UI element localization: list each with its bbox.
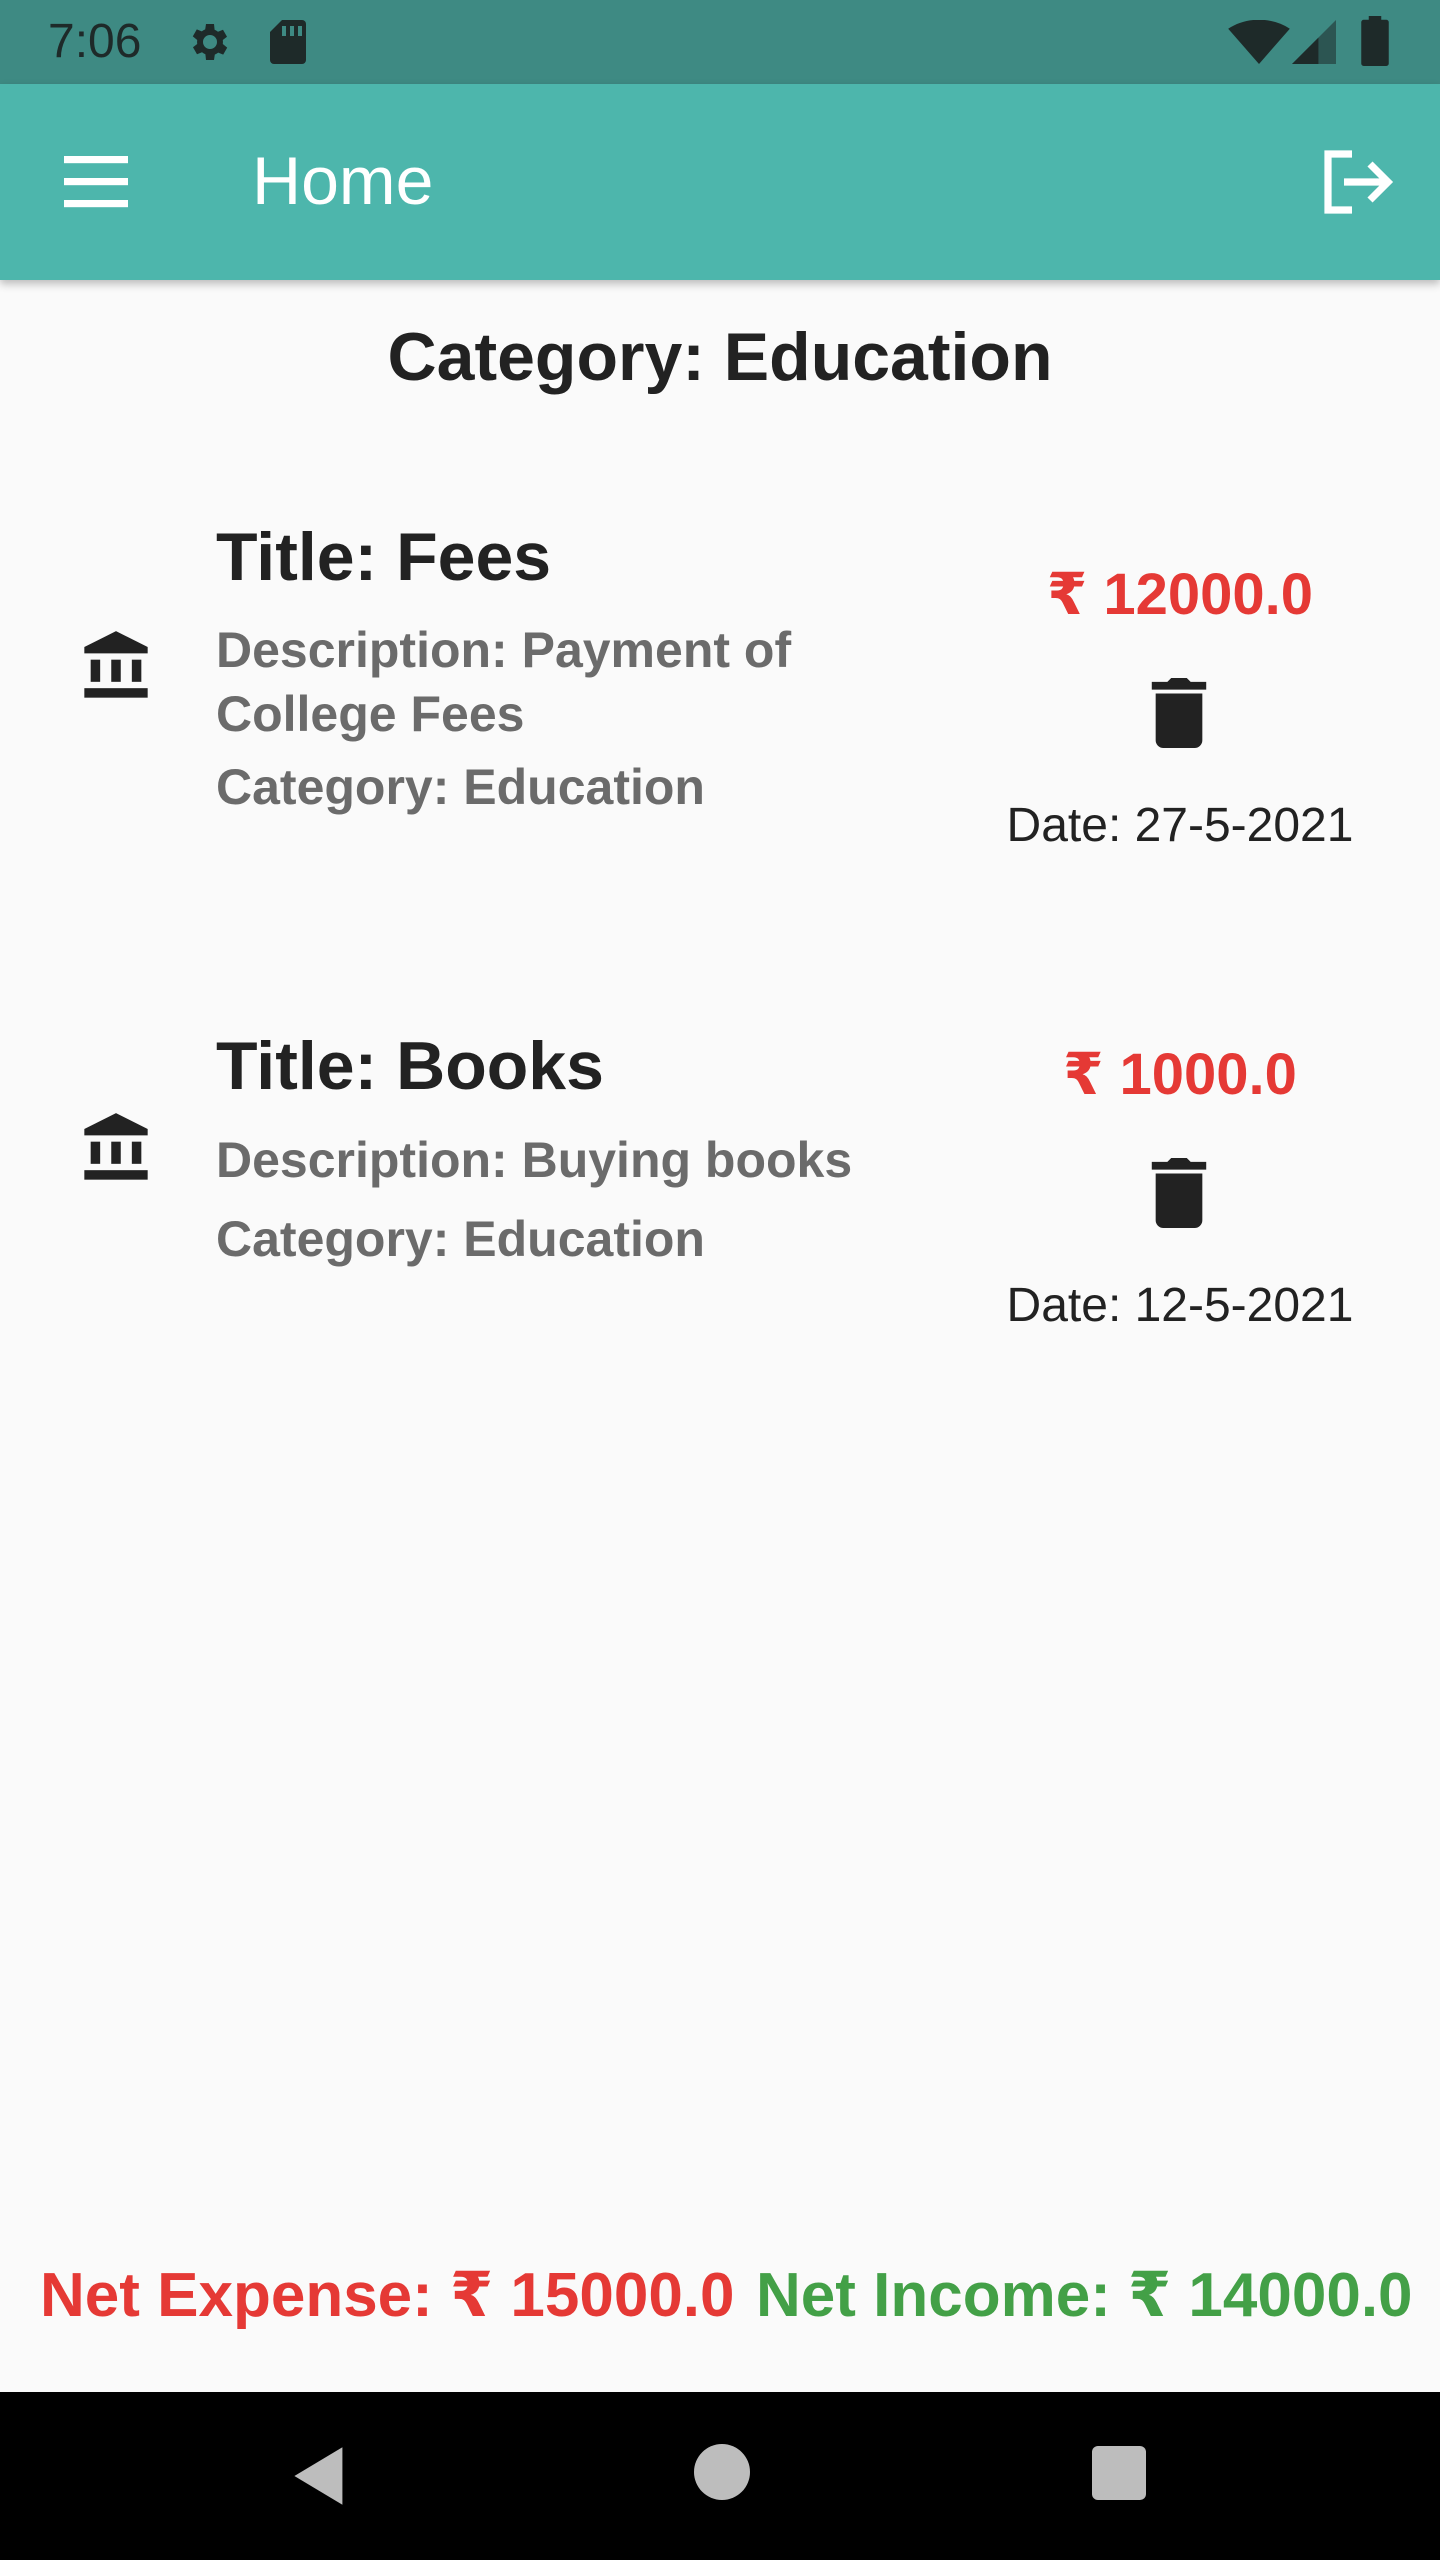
status-bar: 7:06 bbox=[0, 0, 1440, 84]
bank-icon bbox=[84, 631, 148, 698]
item-title: Title: Fees bbox=[216, 519, 552, 595]
sd-card-icon bbox=[270, 20, 306, 64]
logout-icon[interactable] bbox=[1316, 142, 1396, 222]
bank-icon bbox=[84, 1113, 148, 1180]
wifi-icon bbox=[1228, 20, 1290, 64]
menu-icon[interactable] bbox=[56, 144, 136, 220]
system-nav-bar bbox=[0, 2392, 1440, 2560]
app-bar: Home bbox=[0, 84, 1440, 280]
battery-icon bbox=[1361, 16, 1389, 66]
item-category: Category: Education bbox=[216, 1211, 705, 1267]
page-title: Home bbox=[252, 143, 434, 219]
item-title: Title: Books bbox=[216, 1028, 604, 1104]
delete-icon[interactable] bbox=[1148, 1158, 1210, 1228]
item-amount: ₹ 1000.0 bbox=[1063, 1042, 1297, 1107]
gear-icon bbox=[192, 24, 228, 60]
status-time: 7:06 bbox=[48, 15, 142, 68]
signal-icon bbox=[1292, 20, 1336, 64]
list-item[interactable]: Title: Fees Description: Payment of Coll… bbox=[0, 500, 1440, 900]
recents-icon[interactable] bbox=[1092, 2446, 1146, 2500]
list-item[interactable]: Title: Books Description: Buying books C… bbox=[0, 1010, 1440, 1410]
item-amount: ₹ 12000.0 bbox=[1046, 562, 1314, 627]
category-heading: Category: Education bbox=[387, 319, 1053, 395]
delete-icon[interactable] bbox=[1148, 678, 1210, 748]
back-icon[interactable] bbox=[288, 2444, 352, 2508]
home-icon[interactable] bbox=[694, 2444, 750, 2500]
item-date: Date: 12-5-2021 bbox=[1006, 1279, 1354, 1332]
net-income: Net Income: ₹ 14000.0 bbox=[756, 2261, 1413, 2330]
item-category: Category: Education bbox=[216, 759, 705, 815]
item-description: Description: Buying books bbox=[216, 1132, 853, 1188]
item-date: Date: 27-5-2021 bbox=[1006, 799, 1354, 852]
item-description: Description: Payment of College Fees bbox=[216, 622, 792, 742]
net-expense: Net Expense: ₹ 15000.0 bbox=[40, 2261, 735, 2330]
